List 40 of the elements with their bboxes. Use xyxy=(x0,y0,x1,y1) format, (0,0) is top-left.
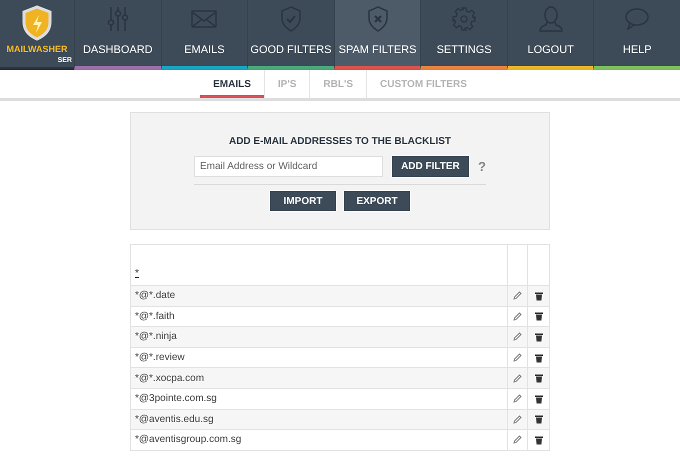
trash-icon[interactable] xyxy=(534,394,542,404)
logo-text: MAILWASHER xyxy=(6,45,68,54)
table-cell-text: *@3pointe.com.sg xyxy=(135,392,217,406)
table-cell-text: *@*.review xyxy=(135,351,185,366)
nav-tab[interactable]: HELP xyxy=(593,0,680,70)
trash-icon[interactable] xyxy=(534,311,542,322)
table-cell-text: *@*.xocpa.com xyxy=(135,372,204,386)
email-input-field[interactable]: Email Address or Wildcard xyxy=(194,156,383,177)
pencil-icon[interactable] xyxy=(513,394,522,404)
action-button[interactable]: EXPORT xyxy=(344,191,410,211)
table-cell-text: *@*.ninja xyxy=(135,330,177,344)
pencil-icon[interactable] xyxy=(513,291,522,300)
trash-icon[interactable] xyxy=(534,352,542,363)
shield-x-icon xyxy=(366,6,389,32)
trash-icon[interactable] xyxy=(534,332,542,342)
nav-tab[interactable]: DASHBOARD xyxy=(74,0,161,70)
pencil-icon[interactable] xyxy=(513,374,522,383)
column-header[interactable]: * xyxy=(135,266,139,281)
table-cell-text: *@aventis.edu.sg xyxy=(135,412,214,427)
pencil-icon[interactable] xyxy=(513,414,522,424)
pencil-icon[interactable] xyxy=(513,332,522,342)
pencil-icon[interactable] xyxy=(513,435,522,444)
nav-tab[interactable]: GOOD FILTERS xyxy=(247,0,334,70)
table-cell-text: *@aventisgroup.com.sg xyxy=(135,433,242,448)
pencil-icon[interactable] xyxy=(513,312,522,321)
nav-tab[interactable]: EMAILS xyxy=(160,0,248,70)
pencil-icon[interactable] xyxy=(513,353,522,362)
nav-tab[interactable]: SETTINGS xyxy=(420,0,507,70)
nav-tab[interactable]: LOGOUT xyxy=(506,0,594,70)
nav-tab[interactable]: SPAM FILTERS xyxy=(334,0,420,70)
panel-title: ADD E-MAIL ADDRESSES TO THE BLACKLIST xyxy=(228,135,452,149)
table-cell-text: *@*.faith xyxy=(135,310,175,324)
table-cell-text: *@*.date xyxy=(135,289,176,304)
trash-icon[interactable] xyxy=(534,373,542,384)
trash-icon[interactable] xyxy=(534,434,542,445)
sub-tab[interactable]: EMAILS xyxy=(200,70,264,98)
add-filter-button[interactable]: ADD FILTER xyxy=(392,156,470,177)
trash-icon[interactable] xyxy=(534,414,542,424)
action-button[interactable]: IMPORT xyxy=(270,191,336,211)
trash-icon[interactable] xyxy=(534,290,542,301)
